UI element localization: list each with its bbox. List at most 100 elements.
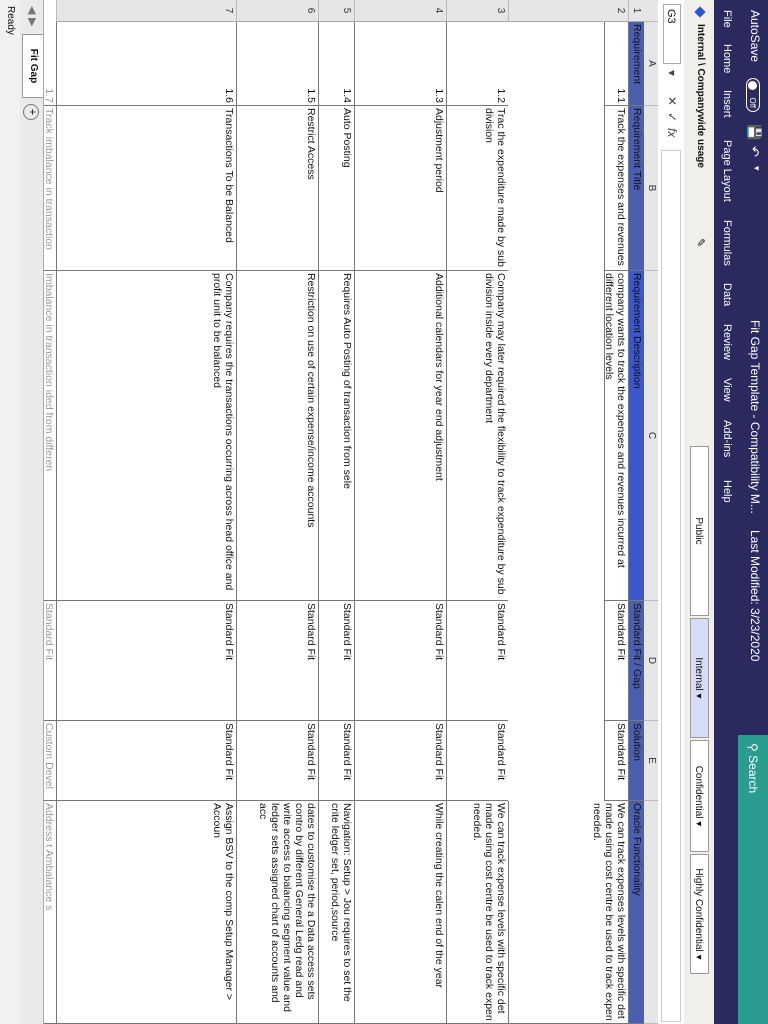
oracle-functionality-cell[interactable]: Navigation: Setup > Jou requires to set … (318, 801, 354, 1024)
tab-home[interactable]: Home (721, 44, 733, 73)
column-header-d[interactable]: D (644, 601, 658, 721)
requirement-description-cell[interactable]: company wants to track the expenses and … (604, 271, 628, 601)
tab-page-layout[interactable]: Page Layout (721, 140, 733, 202)
solution-approach-cell[interactable]: Standard Fit (446, 721, 508, 801)
row-header[interactable]: 3 (446, 0, 508, 22)
solution-approach-cell[interactable]: Standard Fit (604, 721, 628, 801)
requirement-title-cell[interactable]: Track the expenses and revenues (604, 106, 628, 271)
tab-formulas[interactable]: Formulas (721, 220, 733, 266)
fit-gap-cell[interactable]: Standard Fit (236, 601, 318, 721)
solution-approach-cell[interactable]: Standard Fit (354, 721, 446, 801)
scroll-left-icon[interactable]: ◀ (26, 6, 39, 14)
save-icon[interactable]: 💾 (746, 124, 762, 140)
oracle-functionality-cell[interactable]: Address t Ambalance s (44, 801, 56, 1024)
function-icon[interactable]: fx (665, 128, 679, 137)
fit-gap-cell[interactable]: Standard Fit (44, 601, 56, 721)
requirement-title-cell[interactable]: Adjustment period (354, 106, 446, 271)
pencil-icon[interactable]: ✎ (694, 238, 707, 247)
sensitivity-icon (694, 6, 706, 18)
column-header-e[interactable]: E (644, 721, 658, 801)
status-bar: Ready (0, 0, 20, 1024)
requirement-title-cell[interactable]: Auto Posting (318, 106, 354, 271)
tab-add-ins[interactable]: Add-ins (721, 420, 733, 457)
sheet-tab-fit-gap-analysis[interactable]: Fit Gap Analysis (8, 34, 43, 98)
requirement-title-cell[interactable]: Transactions To be Balanced (56, 106, 236, 271)
header-requirement-description[interactable]: Requirement Description (628, 271, 644, 601)
fit-gap-cell[interactable]: Standard Fit (56, 601, 236, 721)
header-solution-approach[interactable]: Solution Approach (628, 721, 644, 801)
row-header[interactable]: 2 (508, 0, 628, 22)
header-requirement-title[interactable]: Requirement Title (628, 106, 644, 271)
fit-gap-cell[interactable]: Standard Fit (604, 601, 628, 721)
search-box[interactable]: ⚲ Search (738, 735, 768, 1024)
undo-icon[interactable]: ↶ (746, 146, 762, 157)
oracle-functionality-cell[interactable]: We can track expenses levels with specif… (508, 801, 628, 1024)
column-header-f[interactable] (644, 801, 658, 1024)
chevron-down-icon: ▾ (693, 954, 704, 960)
tab-help[interactable]: Help (721, 480, 733, 503)
header-oracle-functionality[interactable]: Oracle Functionality (628, 801, 644, 1024)
requirement-id-cell[interactable]: 1.6 (56, 22, 236, 106)
oracle-functionality-cell[interactable]: dates to customise the a Data access set… (236, 801, 318, 1024)
sensitivity-public-button[interactable]: Public (690, 446, 709, 616)
requirement-description-cell[interactable]: Requires Auto Posting of transaction fro… (318, 271, 354, 601)
customize-toolbar-icon[interactable]: ▾ (751, 166, 762, 171)
requirement-title-cell[interactable]: Trac the expenditure made by sub divisio… (446, 106, 508, 271)
row-header[interactable]: 6 (236, 0, 318, 22)
column-header-a[interactable]: A (644, 22, 658, 106)
row-header[interactable]: 7 (56, 0, 236, 22)
solution-approach-cell[interactable]: Standard Fit (318, 721, 354, 801)
oracle-functionality-cell[interactable]: Assign BSV to the comp Setup Manager > A… (56, 801, 236, 1024)
solution-approach-cell[interactable]: Standard Fit (56, 721, 236, 801)
requirement-id-cell[interactable]: 1.2 (446, 22, 508, 106)
requirement-description-cell[interactable]: Additional calendars for year end adjust… (354, 271, 446, 601)
oracle-functionality-cell[interactable]: We can track expense levels with specifi… (446, 801, 508, 1024)
requirement-title-cell[interactable]: Restrict Access (236, 106, 318, 271)
column-header-c[interactable]: C (644, 271, 658, 601)
select-all-corner[interactable] (644, 0, 658, 22)
add-sheet-button[interactable]: + (23, 104, 39, 120)
requirement-id-cell[interactable]: 1.1 (604, 22, 628, 106)
internal-label: Internal (693, 657, 704, 691)
highly-confidential-label: Highly Confidential (693, 868, 704, 952)
tab-data[interactable]: Data (721, 283, 733, 306)
row-header[interactable]: 4 (354, 0, 446, 22)
tab-file[interactable]: File (721, 10, 733, 28)
tab-view[interactable]: View (721, 378, 733, 402)
requirement-id-cell[interactable]: 1.5 (236, 22, 318, 106)
requirement-description-cell[interactable]: Restriction on use of certain expense/in… (236, 271, 318, 601)
header-requirement[interactable]: Requirement (628, 22, 644, 106)
enter-icon[interactable]: ✓ (665, 112, 679, 122)
sensitivity-confidential-button[interactable]: Confidential ▾ (690, 740, 709, 852)
requirement-id-cell[interactable]: 1.7 (44, 22, 56, 106)
fit-gap-cell[interactable]: Standard Fit (318, 601, 354, 721)
tab-review[interactable]: Review (721, 324, 733, 360)
oracle-functionality-cell[interactable]: While creating the calen end of the year (354, 801, 446, 1024)
sensitivity-highly-confidential-button[interactable]: Highly Confidential ▾ (690, 854, 709, 974)
last-modified[interactable]: Last Modified: 3/23/2020 (748, 530, 762, 661)
autosave-toggle[interactable]: Off (746, 78, 760, 112)
autosave-label: AutoSave (748, 10, 762, 63)
name-box-chevron-icon[interactable]: ▾ (665, 70, 679, 76)
requirement-title-cell[interactable]: Track imbalance in transaction (44, 106, 56, 271)
requirement-description-cell[interactable]: Company may later required the flexibili… (446, 271, 508, 601)
spreadsheet-grid[interactable]: A B C D E 1 2 3 4 5 6 7 Requirement Requ… (44, 0, 658, 1024)
header-fit-gap[interactable]: Standard Fit / Gap (628, 601, 644, 721)
row-header[interactable]: 5 (318, 0, 354, 22)
fit-gap-cell[interactable]: Standard Fit (446, 601, 508, 721)
tab-insert[interactable]: Insert (721, 90, 733, 118)
cancel-icon[interactable]: ✕ (665, 96, 679, 106)
requirement-description-cell[interactable]: Company requires the transactions occurr… (56, 271, 236, 601)
requirement-id-cell[interactable]: 1.4 (318, 22, 354, 106)
solution-approach-cell[interactable]: Custom Devel Dnoeb (44, 721, 56, 801)
formula-input[interactable] (661, 150, 681, 1022)
name-box[interactable]: G3 (663, 4, 681, 64)
sensitivity-internal-button[interactable]: Internal ▾ (690, 618, 709, 738)
scroll-right-icon[interactable]: ▶ (26, 18, 39, 26)
requirement-id-cell[interactable]: 1.3 (354, 22, 446, 106)
solution-approach-cell[interactable]: Standard Fit (236, 721, 318, 801)
fit-gap-cell[interactable]: Standard Fit (354, 601, 446, 721)
row-header[interactable]: 1 (628, 0, 644, 22)
column-header-b[interactable]: B (644, 106, 658, 271)
requirement-description-cell[interactable]: Imbalance in transaction ided from diffe… (44, 271, 56, 601)
